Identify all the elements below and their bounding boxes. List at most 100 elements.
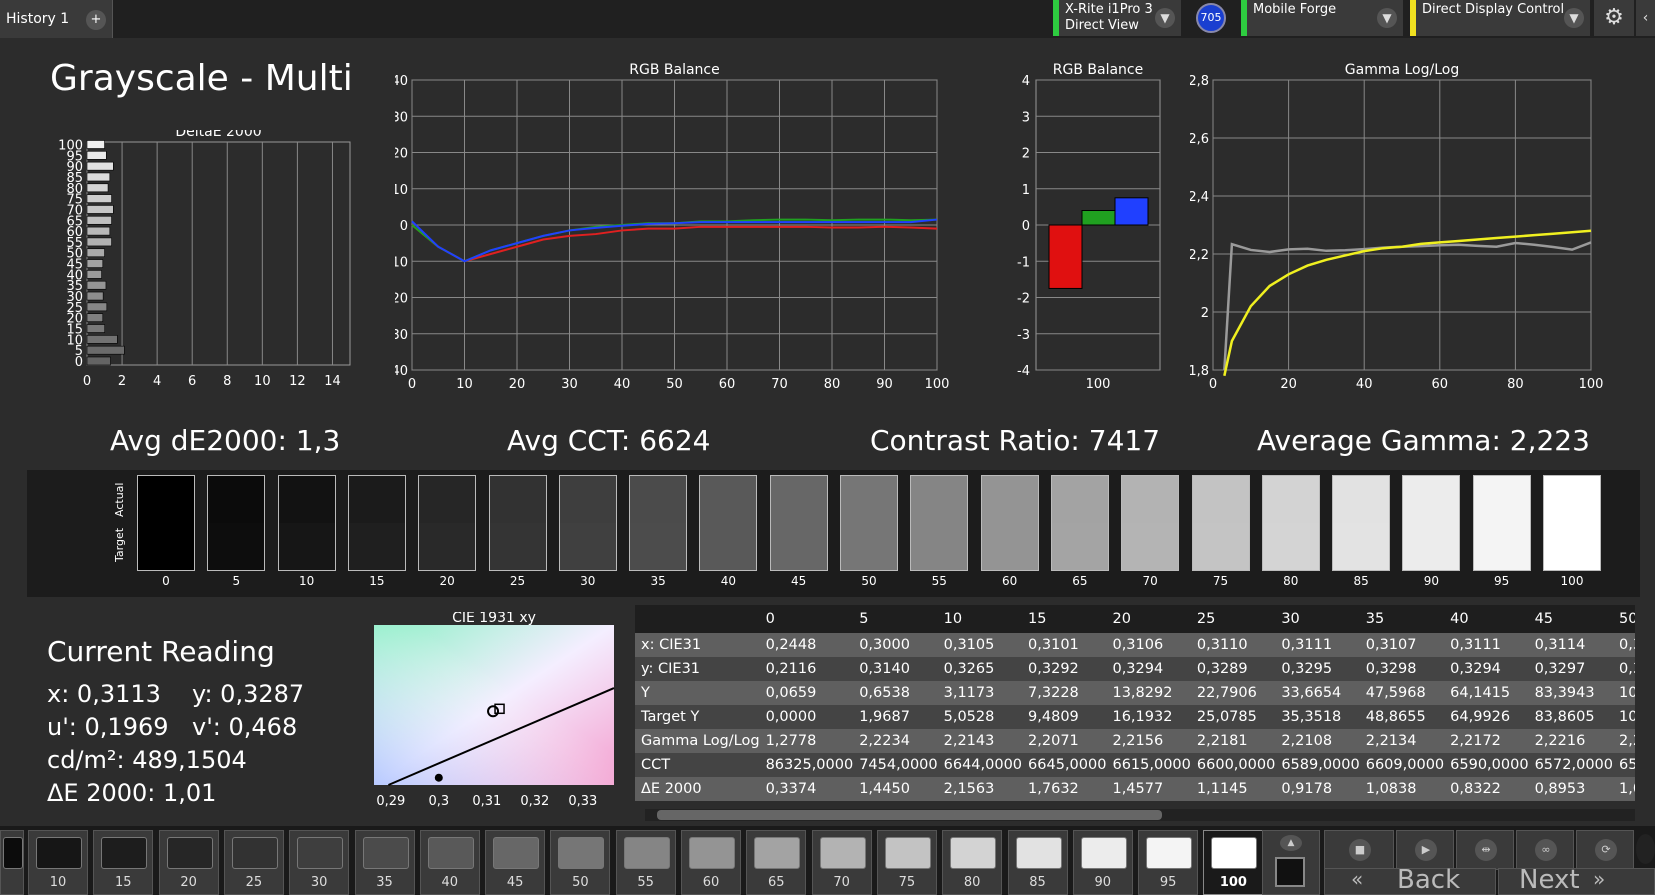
swatch-actual xyxy=(770,476,827,523)
profile-selector[interactable]: Mobile Forge ▼ xyxy=(1241,0,1403,36)
table-cell: 0,3374 xyxy=(759,777,854,801)
table-cell: 0,3114 xyxy=(1528,633,1613,657)
stop-square-icon[interactable] xyxy=(1275,857,1305,887)
y-tick-label: 30 xyxy=(395,110,408,125)
stop-button[interactable]: ■ xyxy=(1324,830,1394,870)
chevron-up-icon[interactable]: ▲ xyxy=(1280,835,1302,851)
scrollbar-thumb[interactable] xyxy=(657,810,1162,820)
chart-title: CIE 1931 xy xyxy=(452,612,536,626)
add-tab-button[interactable]: + xyxy=(80,0,113,38)
patch-button-25[interactable]: 25 xyxy=(223,830,284,895)
patch-button-20[interactable]: 20 xyxy=(158,830,219,895)
swatch-35 xyxy=(629,475,688,571)
table-cell: 2,2234 xyxy=(853,729,938,753)
table-cell: 86325,0000 xyxy=(759,753,854,777)
next-button[interactable]: Next » xyxy=(1498,865,1655,895)
meter-selector[interactable]: X-Rite i1Pro 3 Direct View ▼ xyxy=(1053,0,1181,36)
table-scrollbar[interactable] xyxy=(645,809,1635,821)
swatch-target xyxy=(770,523,827,570)
header-cell: 5 xyxy=(853,605,938,633)
x-tick-label: 100 xyxy=(1086,377,1111,392)
x-tick-label: 30 xyxy=(561,377,578,392)
patch-button-50[interactable]: 50 xyxy=(550,830,611,895)
patch-button-70[interactable]: 70 xyxy=(811,830,872,895)
row-label-actual: Actual xyxy=(113,482,126,518)
step-button[interactable]: ⇹ xyxy=(1456,830,1514,870)
reading-deltae: ΔE 2000: 1,01 xyxy=(47,779,217,807)
patch-button-90[interactable]: 90 xyxy=(1072,830,1133,895)
swatch-label: 25 xyxy=(509,574,526,588)
back-button[interactable]: « Back xyxy=(1324,865,1496,895)
patch-button-95[interactable]: 95 xyxy=(1138,830,1199,895)
page-title: Grayscale - Multi xyxy=(50,58,353,99)
table-cell: 0,9178 xyxy=(1275,777,1360,801)
y-tick-label: 2 xyxy=(1022,147,1030,162)
patch-button-15[interactable]: 15 xyxy=(93,830,154,895)
header-cell: 0 xyxy=(759,605,854,633)
table-cell: 2,2181 xyxy=(1190,729,1276,753)
chart-title: DeltaE 2000 xyxy=(175,130,261,140)
table-cell: 0,311 xyxy=(1613,633,1635,657)
swatch-55 xyxy=(910,475,969,571)
table-cell: 1,7632 xyxy=(1022,777,1107,801)
bar xyxy=(86,291,104,301)
x-tick-label: 100 xyxy=(1579,377,1604,392)
patch-label: 10 xyxy=(49,875,67,890)
patch-button-partial[interactable] xyxy=(0,830,24,895)
patch-swatch xyxy=(231,837,278,869)
table-cell: 2,2071 xyxy=(1022,729,1107,753)
refresh-button[interactable]: ⟳ xyxy=(1576,830,1634,870)
patch-button-65[interactable]: 65 xyxy=(746,830,807,895)
table-row: ΔE 2000 0,3374 1,4450 2,1563 1,7632 1,4577 1,1… xyxy=(635,777,1635,801)
patch-button-45[interactable]: 45 xyxy=(485,830,546,895)
cie-chart: CIE 1931 xy0,290,30,310,320,330,340,32 xyxy=(374,612,615,809)
table-cell: 33,6654 xyxy=(1275,681,1360,705)
play-button[interactable]: ▶ xyxy=(1396,830,1454,870)
swatch-target xyxy=(419,523,476,570)
table-cell: 0,3294 xyxy=(1444,657,1529,681)
x-tick-label: 90 xyxy=(876,377,893,392)
swatch-actual xyxy=(1403,476,1460,523)
patch-swatch xyxy=(3,837,23,869)
bar xyxy=(86,205,114,214)
patch-button-75[interactable]: 75 xyxy=(876,830,937,895)
tab-history-1[interactable]: History 1 xyxy=(0,0,81,38)
bar xyxy=(86,151,107,160)
top-bar: History 1 + X-Rite i1Pro 3 Direct View ▼… xyxy=(0,0,1655,38)
y-tick-label: -20 xyxy=(395,292,408,307)
meter-badge[interactable]: 705 xyxy=(1196,3,1226,33)
x-tick-label: 8 xyxy=(223,374,231,389)
patch-button-30[interactable]: 30 xyxy=(289,830,350,895)
gear-icon[interactable]: ⚙ xyxy=(1594,0,1634,36)
patch-label: 60 xyxy=(702,875,720,890)
y-tick-label: 40 xyxy=(395,74,408,89)
swatch-label: 15 xyxy=(369,574,385,588)
double-chevron-left-icon: « xyxy=(1351,867,1364,891)
x-tick-label: 0,32 xyxy=(520,794,549,809)
chevron-left-icon[interactable]: ‹ xyxy=(1636,0,1655,36)
patch-button-35[interactable]: 35 xyxy=(354,830,415,895)
bar xyxy=(1081,210,1116,226)
patch-button-55[interactable]: 55 xyxy=(615,830,676,895)
table-cell: 0,2116 xyxy=(759,657,854,681)
patch-label: 15 xyxy=(115,875,132,890)
patch-button-40[interactable]: 40 xyxy=(419,830,480,895)
swatch-95 xyxy=(1472,475,1531,571)
table-cell: 0,3289 xyxy=(1190,657,1276,681)
table-cell: 0,2448 xyxy=(759,633,854,657)
loop-button[interactable]: ∞ xyxy=(1516,830,1574,870)
header-cell: 10 xyxy=(937,605,1023,633)
patch-button-85[interactable]: 85 xyxy=(1007,830,1068,895)
patch-button-10[interactable]: 10 xyxy=(28,830,88,895)
patch-button-80[interactable]: 80 xyxy=(942,830,1003,895)
y-tick-label: -30 xyxy=(395,328,408,343)
patch-button-60[interactable]: 60 xyxy=(681,830,741,895)
swatch-label: 40 xyxy=(720,574,737,588)
swatch-actual xyxy=(841,476,897,523)
table-cell: 0,3000 xyxy=(853,633,938,657)
pattern-selector[interactable]: Direct Display Control ▼ xyxy=(1410,0,1590,36)
patch-button-100[interactable]: 100 xyxy=(1203,830,1264,895)
swatch-10 xyxy=(277,475,336,571)
table-cell: 0,0659 xyxy=(759,681,854,705)
table-cell: 6645,0000 xyxy=(1022,753,1107,777)
